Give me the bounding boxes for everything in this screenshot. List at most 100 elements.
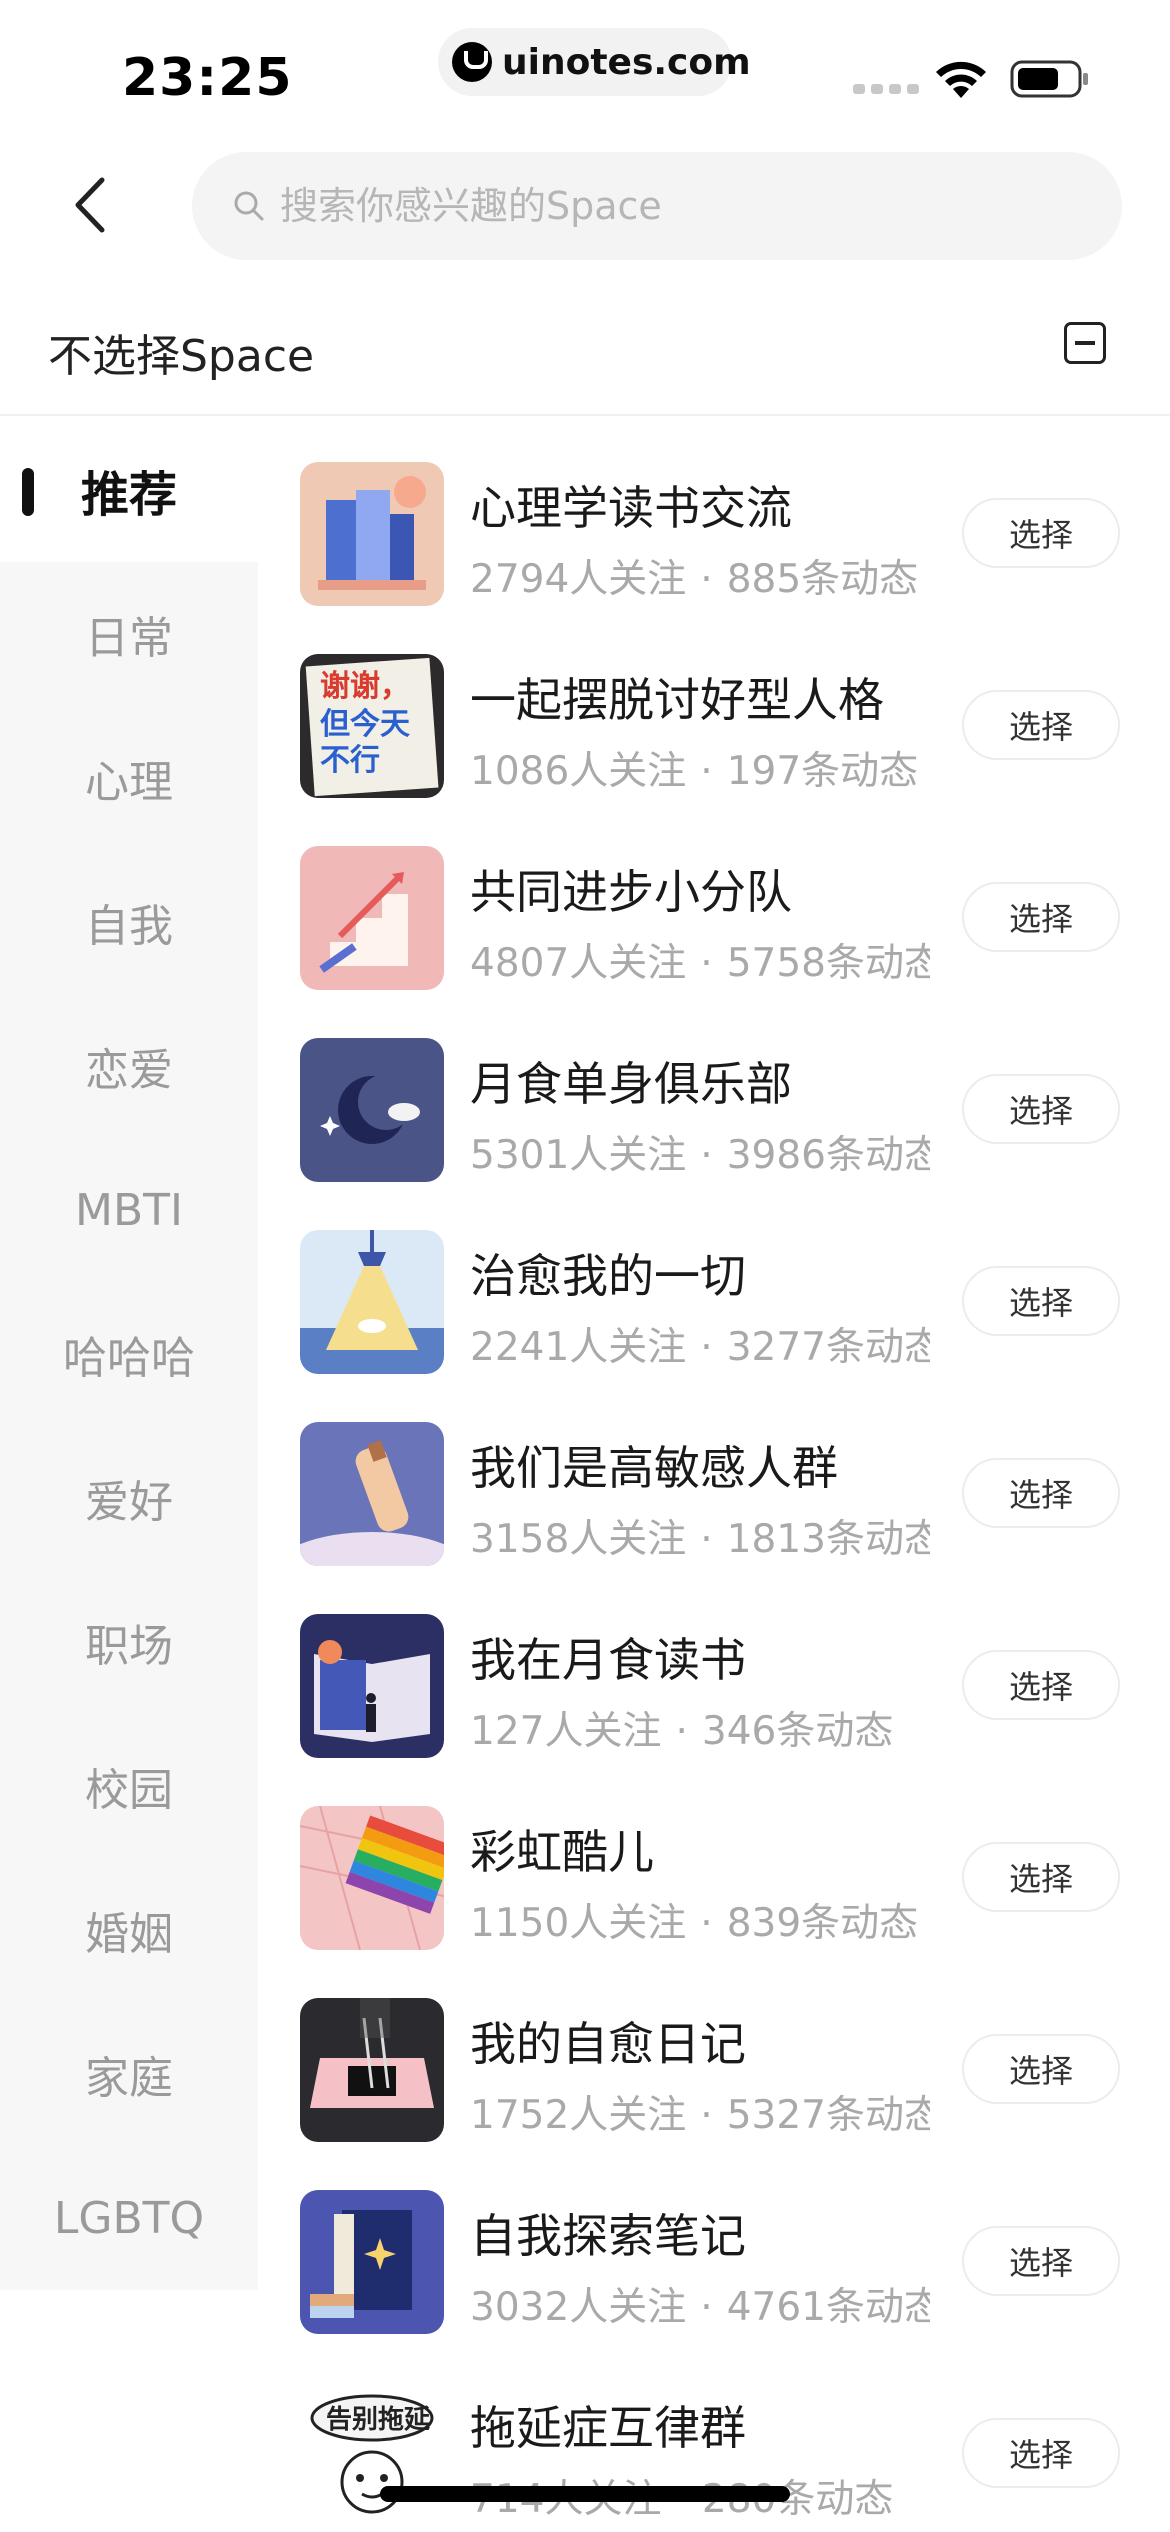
space-row[interactable]: 自我探索笔记 3032人关注 · 4761条动态 选择 — [258, 2146, 1170, 2338]
post-count: 1813 — [726, 1517, 826, 1562]
space-row[interactable]: 我们是高敏感人群 3158人关注 · 1813条动态 选择 — [258, 1378, 1170, 1570]
sidebar-item-10[interactable]: 婚姻 — [0, 1858, 258, 2002]
space-row[interactable]: 治愈我的一切 2241人关注 · 3277条动态 选择 — [258, 1186, 1170, 1378]
wifi-icon — [936, 61, 986, 98]
cellular-signal-icon — [853, 84, 919, 94]
sidebar-item-9[interactable]: 校园 — [0, 1714, 258, 1858]
lamp-icon — [300, 1230, 444, 1374]
space-list: 心理学读书交流 2794 人关注 · 885 条动态 选择 谢谢， 但今天 不行 一起摆脱讨… — [258, 418, 1170, 2530]
sidebar-item-7[interactable]: 爱好 — [0, 1426, 258, 1570]
book-cover-icon: 谢谢， 但今天 不行 — [300, 654, 444, 798]
no-select-label: 不选择Space — [48, 331, 315, 382]
space-row[interactable]: 我在月食读书 127人关注 · 346条动态 选择 — [258, 1570, 1170, 1762]
space-row[interactable]: 谢谢， 但今天 不行 一起摆脱讨好型人格 1086人关注 · 197条动态 选择 — [258, 610, 1170, 802]
follower-suffix: 人关注 — [569, 1133, 687, 1178]
separator-dot: · — [700, 1901, 713, 1946]
follower-count: 3032 — [470, 2285, 570, 2330]
rainbow-flag-icon — [300, 1806, 444, 1950]
space-row[interactable]: 我的自愈日记 1752人关注 · 5327条动态 选择 — [258, 1954, 1170, 2146]
space-stats: 3158人关注 · 1813条动态 — [470, 1508, 930, 1564]
select-button[interactable]: 选择 — [962, 1458, 1120, 1528]
svg-text:不行: 不行 — [320, 743, 380, 778]
space-title: 我的自愈日记 — [470, 2017, 746, 2071]
post-count: 197 — [726, 749, 802, 794]
post-count: 885 — [726, 557, 802, 602]
sidebar-item-11[interactable]: 家庭 — [0, 2002, 258, 2146]
space-title: 心理学读书交流 — [470, 481, 792, 535]
follower-suffix: 人关注 — [569, 1325, 687, 1370]
separator-dot: · — [700, 2093, 713, 2138]
select-button[interactable]: 选择 — [962, 2226, 1120, 2296]
select-button[interactable]: 选择 — [962, 1842, 1120, 1912]
select-button[interactable]: 选择 — [962, 1074, 1120, 1144]
space-row[interactable]: 心理学读书交流 2794人关注 · 885条动态 选择 — [258, 418, 1170, 610]
separator-dot: · — [700, 557, 713, 602]
space-row[interactable]: 彩虹酷儿 1150人关注 · 839条动态 选择 — [258, 1762, 1170, 1954]
open-book-icon — [300, 1614, 444, 1758]
svg-text:谢谢，: 谢谢， — [320, 669, 410, 704]
follower-count: 1086 — [470, 749, 570, 794]
separator-dot: · — [700, 941, 713, 986]
post-suffix: 条动态 — [801, 749, 919, 794]
follower-suffix: 人关注 — [569, 2093, 687, 2138]
follower-suffix: 人关注 — [569, 1517, 687, 1562]
sidebar-item-6[interactable]: 哈哈哈 — [0, 1282, 258, 1426]
follower-count: 5301 — [470, 1133, 570, 1178]
no-select-checkbox[interactable] — [1064, 322, 1106, 364]
url-pill[interactable]: uinotes.com — [438, 28, 751, 96]
follower-suffix: 人关注 — [569, 749, 687, 794]
space-stats: 5301人关注 · 3986条动态 — [470, 1124, 930, 1180]
back-button[interactable] — [60, 170, 120, 240]
space-stats: 1086人关注 · 197条动态 — [470, 740, 930, 796]
sidebar-item-4[interactable]: 恋爱 — [0, 994, 258, 1138]
post-suffix: 条动态 — [776, 1709, 894, 1754]
follower-suffix: 人关注 — [569, 941, 687, 986]
space-stats: 3032人关注 · 4761条动态 — [470, 2276, 930, 2332]
follower-count: 2794 — [470, 557, 570, 602]
space-row[interactable]: 月食单身俱乐部 5301人关注 · 3986条动态 选择 — [258, 994, 1170, 1186]
books-icon — [300, 462, 444, 606]
sidebar-item-8[interactable]: 职场 — [0, 1570, 258, 1714]
post-suffix: 条动态 — [825, 941, 930, 986]
sidebar-item-2[interactable]: 心理 — [0, 706, 258, 850]
moon-icon — [300, 1038, 444, 1182]
space-title: 治愈我的一切 — [470, 1249, 746, 1303]
follower-count: 2241 — [470, 1325, 570, 1370]
select-button[interactable]: 选择 — [962, 2034, 1120, 2104]
space-stats: 127人关注 · 346条动态 — [470, 1700, 930, 1756]
follower-suffix: 人关注 — [569, 2285, 687, 2330]
separator-dot: · — [700, 1133, 713, 1178]
select-button[interactable]: 选择 — [962, 882, 1120, 952]
site-logo-icon — [452, 42, 492, 82]
post-suffix: 条动态 — [825, 1133, 930, 1178]
select-button[interactable]: 选择 — [962, 1650, 1120, 1720]
follower-count: 4807 — [470, 941, 570, 986]
sidebar-item-0[interactable]: 推荐 — [0, 418, 258, 562]
post-suffix: 条动态 — [825, 1325, 930, 1370]
space-stats: 4807人关注 · 5758条动态 — [470, 932, 930, 988]
space-title: 自我探索笔记 — [470, 2209, 746, 2263]
post-count: 3986 — [726, 1133, 826, 1178]
search-box[interactable] — [192, 152, 1122, 260]
select-button[interactable]: 选择 — [962, 2418, 1120, 2488]
post-suffix: 条动态 — [776, 2477, 894, 2522]
sidebar-item-5[interactable]: MBTI — [0, 1138, 258, 1282]
post-count: 5327 — [726, 2093, 826, 2138]
select-button[interactable]: 选择 — [962, 498, 1120, 568]
space-title: 我在月食读书 — [470, 1633, 746, 1687]
post-suffix: 条动态 — [825, 2093, 930, 2138]
space-title: 月食单身俱乐部 — [470, 1057, 792, 1111]
select-button[interactable]: 选择 — [962, 690, 1120, 760]
space-row[interactable]: 共同进步小分队 4807人关注 · 5758条动态 选择 — [258, 802, 1170, 994]
space-title: 彩虹酷儿 — [470, 1825, 654, 1879]
space-stats: 1150人关注 · 839条动态 — [470, 1892, 930, 1948]
sidebar-item-3[interactable]: 自我 — [0, 850, 258, 994]
select-button[interactable]: 选择 — [962, 1266, 1120, 1336]
space-title: 拖延症互律群 — [470, 2401, 746, 2455]
no-select-row[interactable]: 不选择Space — [0, 290, 1170, 416]
sidebar-item-1[interactable]: 日常 — [0, 562, 258, 706]
space-stats: 1752人关注 · 5327条动态 — [470, 2084, 930, 2140]
space-title: 共同进步小分队 — [470, 865, 792, 919]
search-input[interactable] — [280, 184, 1100, 228]
sidebar-item-12[interactable]: LGBTQ — [0, 2146, 258, 2290]
